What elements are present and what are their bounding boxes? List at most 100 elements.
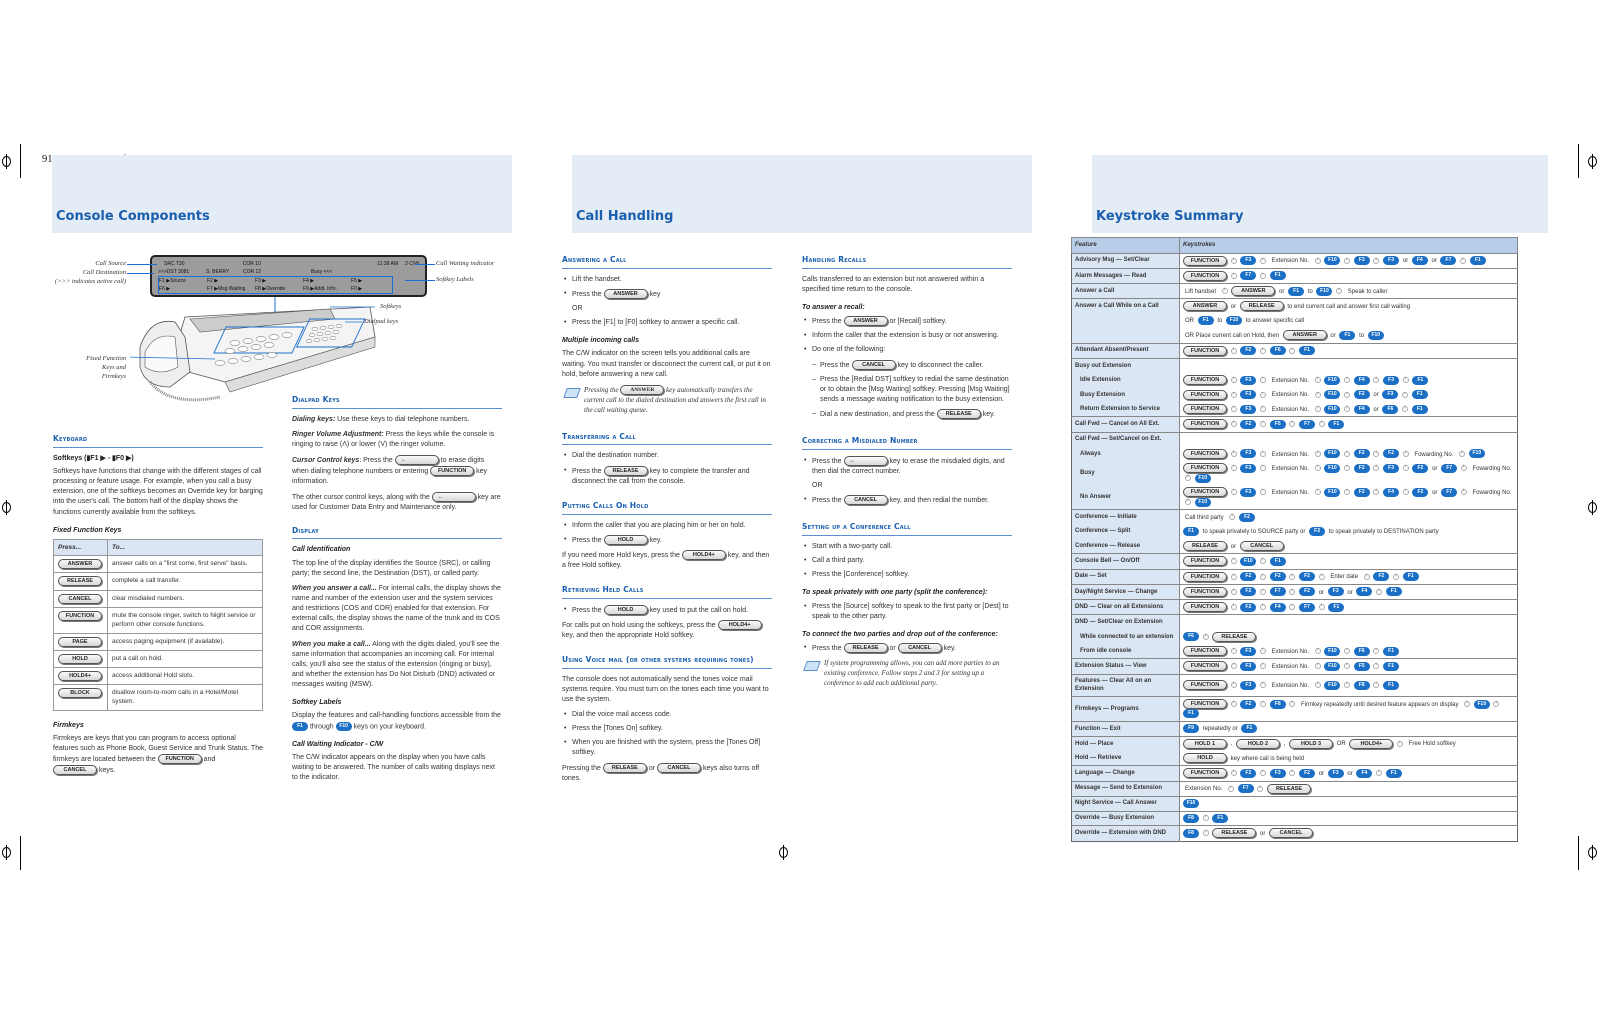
paragraph: The console does not automatically send … (562, 675, 769, 703)
f4-key: F4 (1383, 487, 1400, 497)
f10-key: F10 (1194, 497, 1211, 507)
release-key: RELEASE (58, 576, 102, 587)
plus-icon (1376, 587, 1383, 596)
callout-line (127, 273, 154, 274)
plus-icon (1289, 602, 1296, 611)
hold2-key: HOLD 2 (1236, 738, 1281, 749)
f10-key: F10 (1324, 375, 1341, 385)
key-cell: FUNCTION (53, 606, 108, 634)
cancel-key: CANCEL (1269, 828, 1314, 839)
plus-icon (1402, 375, 1409, 384)
callout-line (405, 280, 435, 281)
table-row: While connected to an extensionF6 RELEAS… (1071, 629, 1518, 645)
plus-icon (1230, 487, 1237, 496)
table-row: Busy out Extension (1071, 357, 1518, 373)
answer-key: ANSWER (1282, 330, 1327, 341)
registration-mark-icon (1586, 500, 1600, 515)
plus-icon (1344, 390, 1351, 398)
f2-key: F2 (1240, 346, 1257, 356)
list-item: Inform the caller that the extension is … (802, 331, 1012, 341)
label: When you answer a call... (292, 584, 377, 592)
function-key: FUNCTION (1183, 586, 1227, 597)
f4-key: F4 (1356, 768, 1373, 778)
plus-icon (1230, 346, 1237, 354)
feature-cell: No Answer (1071, 485, 1180, 510)
f10-key: F10 (1324, 390, 1341, 400)
list-item: Do one of the following: (802, 345, 1012, 355)
keystrokes-cell: FUNCTION F2 F3 F2 or F3 or F4 F1 (1179, 765, 1518, 782)
paragraph: Calls transferred to an extension but no… (802, 275, 985, 294)
note-text: If system programming allows, you can ad… (824, 658, 1000, 688)
table-row: DND — Clear on all ExtensionsFUNCTION F2… (1071, 599, 1518, 615)
feature-cell: Hold — Retrieve (1071, 751, 1180, 766)
step-text: Extension No. (1271, 392, 1310, 399)
keystrokes-cell (1179, 431, 1518, 447)
keystrokes-cell: FUNCTION F3 Extension No. F10 F2 F2 Fowa… (1180, 447, 1518, 462)
table-row: Call Fwd — Set/Cancel on Ext. (1071, 431, 1518, 447)
registration-mark-icon (0, 154, 14, 169)
text: Press the (820, 361, 850, 369)
f10-key: F10 (1240, 556, 1257, 566)
plus-icon (1230, 661, 1237, 670)
step-text: to end current call and answer first cal… (1287, 304, 1411, 311)
description-cell: access additional Hold slots. (107, 666, 263, 685)
f2-key: F2 (1239, 512, 1256, 522)
function-key: FUNCTION (430, 466, 475, 477)
step-text: OR (1185, 318, 1194, 325)
text: or (889, 644, 896, 652)
plus-icon (1260, 646, 1267, 655)
f4-key: F4 (1411, 256, 1428, 266)
plus-icon (1363, 572, 1370, 580)
step-text: Extension No. (1271, 377, 1310, 384)
release-key: RELEASE (1212, 828, 1257, 839)
subsection-heading: Call Waiting Indicator - C/W (292, 741, 384, 748)
lcd-text: F8 ▶Override (255, 286, 286, 292)
table-row: Function — Exit F9 repeatedly or F1 (1071, 721, 1518, 737)
f1-key: F1 (1383, 646, 1400, 656)
paragraph: The C/W indicator appears on the display… (292, 754, 495, 782)
plus-icon (1402, 463, 1409, 472)
f2-key: F2 (1353, 390, 1370, 400)
step-text: Fowarding No. (1414, 451, 1454, 458)
plus-icon (1459, 449, 1466, 458)
plus-icon (1318, 419, 1325, 428)
f5-key: F5 (1353, 661, 1370, 671)
backspace-key: ← (394, 455, 439, 466)
plus-icon (1318, 602, 1325, 611)
f1-key: F1 (1212, 813, 1229, 823)
plus-icon (1289, 419, 1296, 428)
keystrokes-cell: F10 (1179, 795, 1518, 812)
note: If system programming allows, you can ad… (802, 658, 1012, 688)
feature-cell: Night Service — Call Answer (1071, 795, 1180, 812)
text: If you need more Hold keys, press the (562, 551, 680, 559)
step-text: or (1431, 258, 1437, 265)
note-icon (802, 658, 820, 672)
lcd-text: >>>DST 3081 (158, 269, 190, 275)
plus-icon (1314, 256, 1321, 264)
function-key: FUNCTION (1183, 404, 1227, 415)
plus-icon (1397, 739, 1404, 748)
plus-icon (1202, 632, 1209, 640)
f4-key: F4 (1353, 375, 1370, 385)
registration-mark-icon (0, 500, 14, 515)
keystrokes-cell: FUNCTION F3 Extension No. F10 F4 or F6 F… (1180, 402, 1518, 417)
feature-cell: Busy (1071, 461, 1180, 486)
plus-icon (1260, 556, 1267, 565)
page-title: Console Components (56, 209, 210, 225)
lcd-text: COR 12 (243, 269, 262, 275)
f7-key: F7 (1237, 784, 1254, 794)
feature-cell: Answer a Call While on a Call (1071, 298, 1180, 314)
table-row: AlwaysFUNCTION F3 Extension No. F10 F2 F… (1071, 446, 1518, 462)
plus-icon (1260, 572, 1267, 580)
feature-cell: Answer a Call (1071, 283, 1180, 299)
table-row: Advisory Msg — Set/ClearFUNCTION F3 Exte… (1071, 252, 1518, 269)
text: keys. (98, 767, 116, 775)
section-heading: Putting Calls On Hold (562, 501, 772, 515)
key-cell: HOLD (53, 649, 108, 668)
f1-key: F1 (1411, 390, 1428, 400)
plus-icon (1373, 449, 1380, 458)
step-text: Extension No. (1271, 489, 1310, 496)
list-item: Press the HOLD key. (562, 534, 772, 546)
f3-key: F3 (1240, 463, 1257, 473)
answer-key: ANSWER (1231, 286, 1276, 297)
